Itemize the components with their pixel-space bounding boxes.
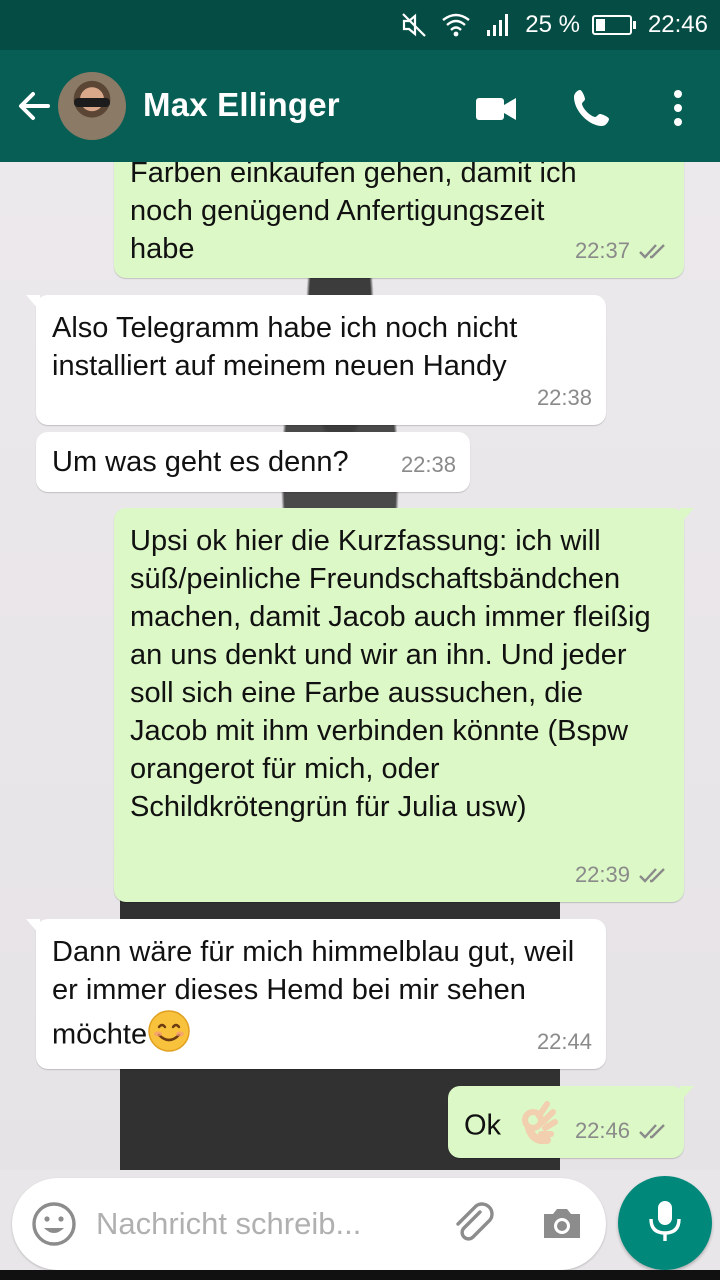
message-time: 22:39	[574, 862, 630, 887]
mute-icon	[399, 10, 429, 40]
message-text: Farben einkaufen gehen, damit ich noch g…	[130, 162, 577, 265]
ok-hand-emoji	[519, 1100, 559, 1154]
double-check-icon	[639, 1124, 665, 1139]
chat-area[interactable]: Farben einkaufen gehen, damit ich noch g…	[0, 162, 720, 1170]
double-check-icon	[639, 868, 665, 883]
attach-icon[interactable]	[450, 1200, 498, 1248]
clock: 22:46	[647, 11, 708, 38]
message-text: Upsi ok hier die Kurzfassung: ich will s…	[130, 525, 651, 823]
message-time: 22:44	[536, 1029, 592, 1054]
message-time: 22:37	[574, 238, 630, 263]
battery-icon	[591, 15, 636, 35]
mic-button[interactable]	[618, 1176, 712, 1270]
video-call-icon[interactable]	[474, 86, 518, 130]
message-text: Dann wäre für mich himmelblau gut, weil …	[52, 936, 575, 1051]
smiling-face-emoji	[147, 1009, 191, 1063]
message-bubble-outgoing[interactable]: Upsi ok hier die Kurzfassung: ich will s…	[114, 508, 694, 902]
message-bubble-incoming[interactable]: Um was geht es denn? 22:38	[36, 432, 470, 492]
status-bar: 25 % 22:46	[0, 0, 720, 50]
message-bubble-incoming[interactable]: Dann wäre für mich himmelblau gut, weil …	[26, 919, 606, 1069]
message-time: 22:38	[536, 385, 592, 410]
camera-icon[interactable]	[538, 1200, 586, 1248]
emoji-icon[interactable]	[30, 1200, 78, 1248]
double-check-icon	[639, 244, 665, 259]
battery-percent: 25 %	[525, 11, 580, 38]
avatar[interactable]	[58, 72, 126, 140]
message-bubble-incoming[interactable]: Also Telegramm habe ich noch nicht insta…	[26, 295, 606, 425]
microphone-icon	[647, 1199, 683, 1248]
message-bubble-outgoing[interactable]: Ok 22:46	[448, 1086, 694, 1158]
message-text: Also Telegramm habe ich noch nicht insta…	[52, 312, 518, 382]
chat-header: Max Ellinger	[0, 50, 720, 162]
message-composer	[12, 1178, 606, 1270]
message-text: Um was geht es denn?	[52, 446, 349, 478]
message-text: Ok	[464, 1109, 502, 1142]
message-bubble-outgoing[interactable]: Farben einkaufen gehen, damit ich noch g…	[114, 162, 684, 278]
phone-icon[interactable]	[570, 86, 614, 130]
message-time: 22:38	[400, 452, 456, 477]
more-vert-icon[interactable]	[656, 86, 700, 130]
back-arrow-icon[interactable]	[14, 86, 54, 126]
message-time: 22:46	[574, 1118, 630, 1143]
nav-bar-edge	[0, 1270, 720, 1280]
wifi-icon	[441, 10, 471, 40]
signal-icon	[483, 10, 513, 40]
contact-name[interactable]: Max Ellinger	[143, 86, 340, 124]
message-input[interactable]	[96, 1200, 426, 1248]
